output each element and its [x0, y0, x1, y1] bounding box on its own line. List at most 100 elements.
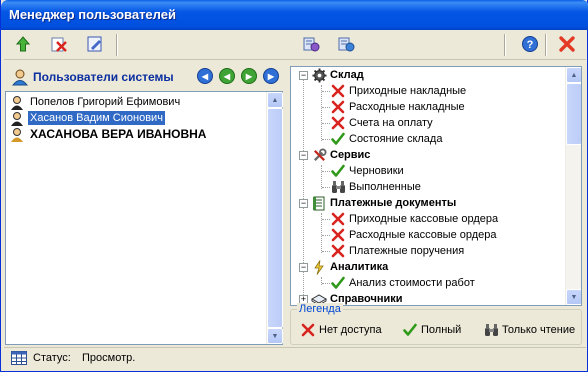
lightning-icon [311, 259, 327, 275]
binoculars-icon [483, 322, 499, 338]
next-record-button[interactable]: ▶ [241, 68, 257, 84]
first-record-button[interactable]: ◀ [197, 68, 213, 84]
close-button[interactable] [555, 34, 579, 56]
user-icon [9, 94, 25, 110]
tree-category[interactable]: Склад [311, 67, 364, 83]
item-label: Состояние склада [349, 133, 443, 145]
item-label: Анализ стоимости работ [349, 277, 475, 289]
scroll-down-button[interactable]: ▼ [566, 289, 581, 305]
prev-record-button[interactable]: ◀ [219, 68, 235, 84]
tree-item[interactable]: Приходные накладные [330, 83, 466, 99]
tree-expander[interactable]: − [299, 263, 308, 272]
close-icon [557, 34, 577, 57]
status-grid-icon [11, 351, 27, 365]
tools-icon [311, 147, 327, 163]
tree-item[interactable]: Анализ стоимости работ [330, 275, 475, 291]
tree-item[interactable]: Счета на оплату [330, 115, 433, 131]
user-row-selected[interactable]: Хасанов Вадим Сионович [7, 110, 269, 126]
tree-item[interactable]: Черновики [330, 163, 404, 179]
user-name: Попелов Григорий Ефимович [30, 96, 181, 108]
item-label: Платежные поручения [349, 245, 465, 257]
users-group-icon [11, 68, 29, 89]
tree-line [322, 91, 330, 92]
tree-line [321, 165, 322, 189]
tree-category[interactable]: Платежные документы [311, 195, 456, 211]
tree-line [322, 171, 330, 172]
tree-line [322, 139, 330, 140]
arrow-up-icon: ▲ [271, 96, 279, 104]
users-scrollbar[interactable]: ▲ ▼ [266, 92, 283, 344]
tree-line [322, 107, 330, 108]
tree-scrollbar[interactable]: ▲ ▼ [565, 67, 581, 305]
legend-item: Нет доступа [300, 322, 382, 338]
tree-line [322, 187, 330, 188]
no-access-icon [330, 211, 346, 227]
green-check-icon [402, 322, 418, 338]
arrow-up-icon: ▲ [570, 71, 578, 79]
edit-user-button[interactable] [83, 34, 107, 56]
copy-rights-button[interactable] [299, 34, 323, 56]
last-record-button[interactable]: ▶ [263, 68, 279, 84]
status-label: Статус: [33, 352, 71, 364]
tree-line [321, 85, 322, 141]
category-label: Сервис [330, 149, 371, 161]
edit-user-icon [86, 35, 104, 56]
title-bar[interactable]: Менеджер пользователей [1, 0, 588, 30]
tree-line [322, 123, 330, 124]
arrow-down-icon: ▼ [271, 332, 279, 340]
scroll-down-button[interactable]: ▼ [267, 328, 283, 344]
legend-item: Полный [402, 322, 461, 338]
nav-next-icon: ▶ [245, 71, 253, 81]
no-access-icon [330, 227, 346, 243]
toolbar-separator [545, 34, 547, 56]
tree-item[interactable]: Состояние склада [330, 131, 442, 147]
users-list[interactable]: Попелов Григорий Ефимович Хасанов Вадим … [5, 91, 283, 345]
legend-label: Только чтение [502, 324, 576, 336]
tree-item[interactable]: Выполненные [330, 179, 421, 195]
gear-icon [311, 67, 327, 83]
tree-category[interactable]: Сервис [311, 147, 370, 163]
item-label: Расходные накладные [349, 101, 465, 113]
full-access-icon [330, 163, 346, 179]
tree-expander[interactable]: − [299, 71, 308, 80]
tree-line [322, 235, 330, 236]
tree-item[interactable]: Приходные кассовые ордера [330, 211, 498, 227]
item-label: Приходные накладные [349, 85, 467, 97]
tree-item[interactable]: Расходные накладные [330, 99, 465, 115]
category-label: Склад [330, 69, 364, 81]
window: Менеджер пользователей ? Пользователи си… [0, 0, 588, 372]
arrow-down-icon: ▼ [570, 293, 578, 301]
item-label: Расходные кассовые ордера [349, 229, 497, 241]
tree-expander[interactable]: − [299, 199, 308, 208]
add-user-icon [14, 35, 32, 56]
scroll-up-button[interactable]: ▲ [267, 92, 283, 108]
toolbar-separator [116, 34, 118, 56]
delete-user-icon [50, 35, 68, 56]
item-label: Счета на оплату [349, 117, 433, 129]
tree-item[interactable]: Платежные поручения [330, 243, 464, 259]
help-button[interactable]: ? [518, 34, 542, 56]
red-x-icon [300, 322, 316, 338]
tree-category[interactable]: Аналитика [311, 259, 388, 275]
user-rights-button[interactable] [334, 34, 358, 56]
help-icon: ? [521, 35, 539, 56]
nav-first-icon: ◀ [201, 71, 209, 81]
tree-item[interactable]: Расходные кассовые ордера [330, 227, 497, 243]
rights-tree[interactable]: − Склад Приходные накладные Расходные на… [290, 66, 582, 306]
toolbar-separator [504, 34, 506, 56]
user-icon [9, 126, 25, 142]
user-row[interactable]: ХАСАНОВА ВЕРА ИВАНОВНА [7, 126, 269, 142]
user-name: Хасанов Вадим Сионович [28, 111, 165, 125]
tree-expander[interactable]: − [299, 151, 308, 160]
tree-line [322, 283, 330, 284]
item-label: Выполненные [349, 181, 421, 193]
category-label: Аналитика [330, 261, 389, 273]
scroll-thumb[interactable] [566, 83, 581, 145]
document-icon [311, 195, 327, 211]
binoculars-icon [330, 179, 346, 195]
scroll-up-button[interactable]: ▲ [566, 67, 581, 83]
user-row[interactable]: Попелов Григорий Ефимович [7, 94, 269, 110]
scroll-thumb[interactable] [267, 108, 283, 328]
delete-user-button[interactable] [47, 34, 71, 56]
add-user-button[interactable] [11, 34, 35, 56]
